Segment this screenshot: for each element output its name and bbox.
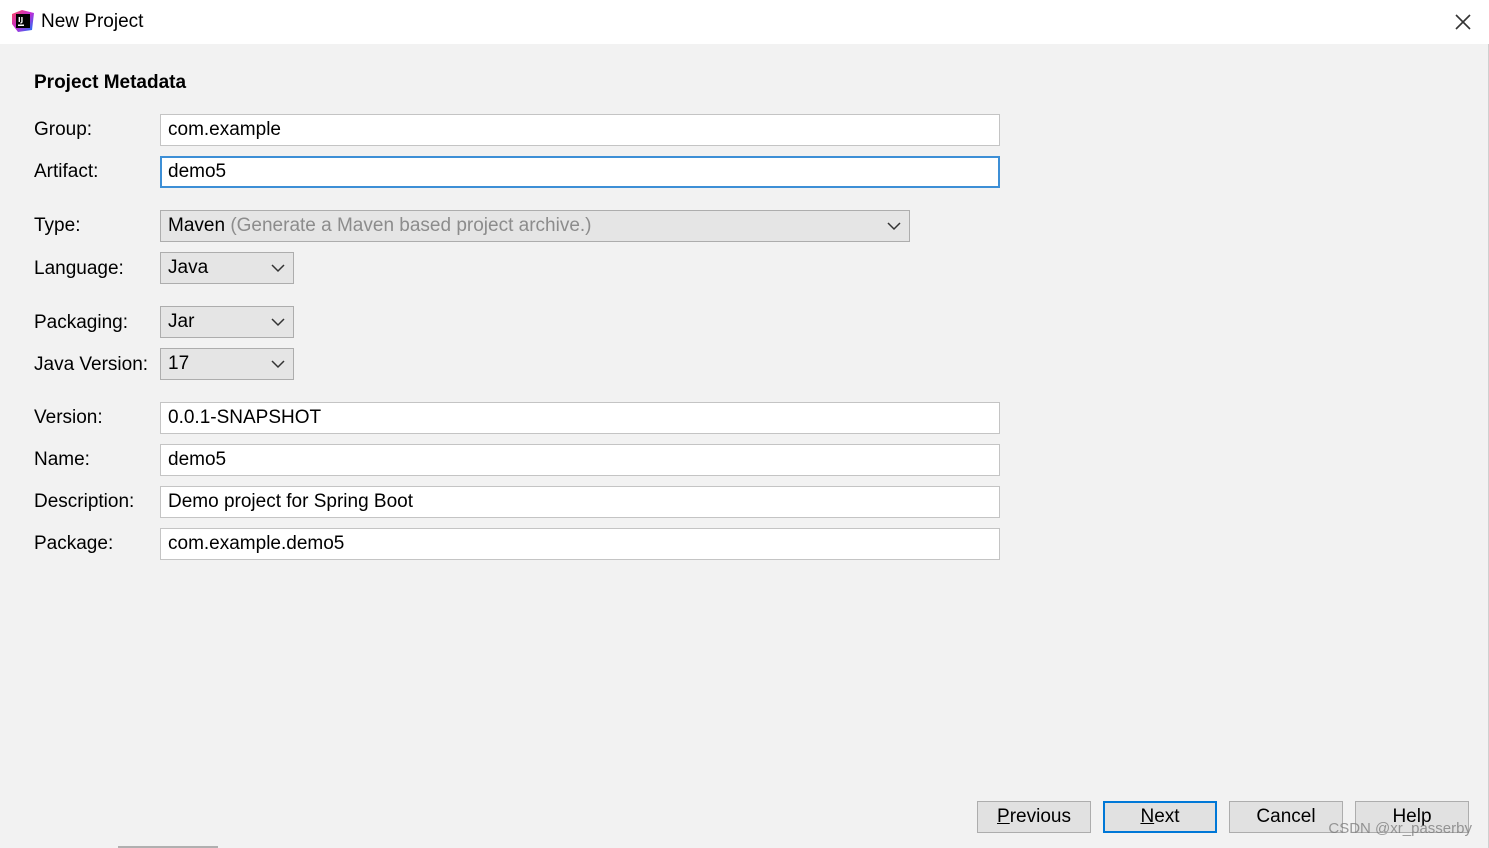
language-select-value: Java [168, 257, 209, 278]
type-label: Type: [34, 215, 81, 236]
window-title: New Project [41, 11, 144, 32]
description-field[interactable] [160, 486, 1000, 518]
cancel-button[interactable]: Cancel [1229, 801, 1343, 833]
chevron-down-icon [271, 318, 285, 327]
packaging-label: Packaging: [34, 312, 129, 333]
description-label: Description: [34, 491, 135, 512]
version-label: Version: [34, 407, 103, 428]
group-label: Group: [34, 119, 93, 140]
section-title: Project Metadata [34, 72, 187, 93]
next-label-rest: ext [1154, 806, 1180, 827]
title-bar: IJ New Project [0, 0, 1489, 44]
chevron-down-icon [887, 222, 901, 231]
previous-label-rest: revious [1009, 806, 1071, 827]
previous-mnemonic: P [997, 806, 1010, 827]
next-mnemonic: N [1140, 806, 1155, 827]
package-field[interactable] [160, 528, 1000, 560]
java-version-label: Java Version: [34, 354, 149, 375]
chevron-down-icon [271, 360, 285, 369]
name-field[interactable] [160, 444, 1000, 476]
version-field[interactable] [160, 402, 1000, 434]
type-select-hint: (Generate a Maven based project archive.… [230, 215, 592, 236]
java-version-select-value: 17 [168, 353, 190, 374]
language-label: Language: [34, 258, 124, 279]
next-button[interactable]: Next [1103, 801, 1217, 833]
artifact-label: Artifact: [34, 161, 99, 182]
package-label: Package: [34, 533, 114, 554]
group-field[interactable] [160, 114, 1000, 146]
close-icon[interactable] [1453, 12, 1473, 32]
new-project-dialog: IJ New Project Project Metadata Group: A… [0, 0, 1489, 848]
artifact-field[interactable] [160, 156, 1000, 188]
language-select[interactable]: Java [160, 252, 294, 284]
svg-text:IJ: IJ [18, 16, 23, 24]
packaging-select[interactable]: Jar [160, 306, 294, 338]
java-version-select[interactable]: 17 [160, 348, 294, 380]
type-select-value: Maven [168, 215, 226, 236]
watermark: CSDN @xr_passerby [1328, 820, 1472, 837]
type-select[interactable]: Maven (Generate a Maven based project ar… [160, 210, 910, 242]
intellij-idea-icon: IJ [12, 10, 34, 32]
previous-button[interactable]: Previous [977, 801, 1091, 833]
name-label: Name: [34, 449, 90, 470]
chevron-down-icon [271, 264, 285, 273]
packaging-select-value: Jar [168, 311, 195, 332]
